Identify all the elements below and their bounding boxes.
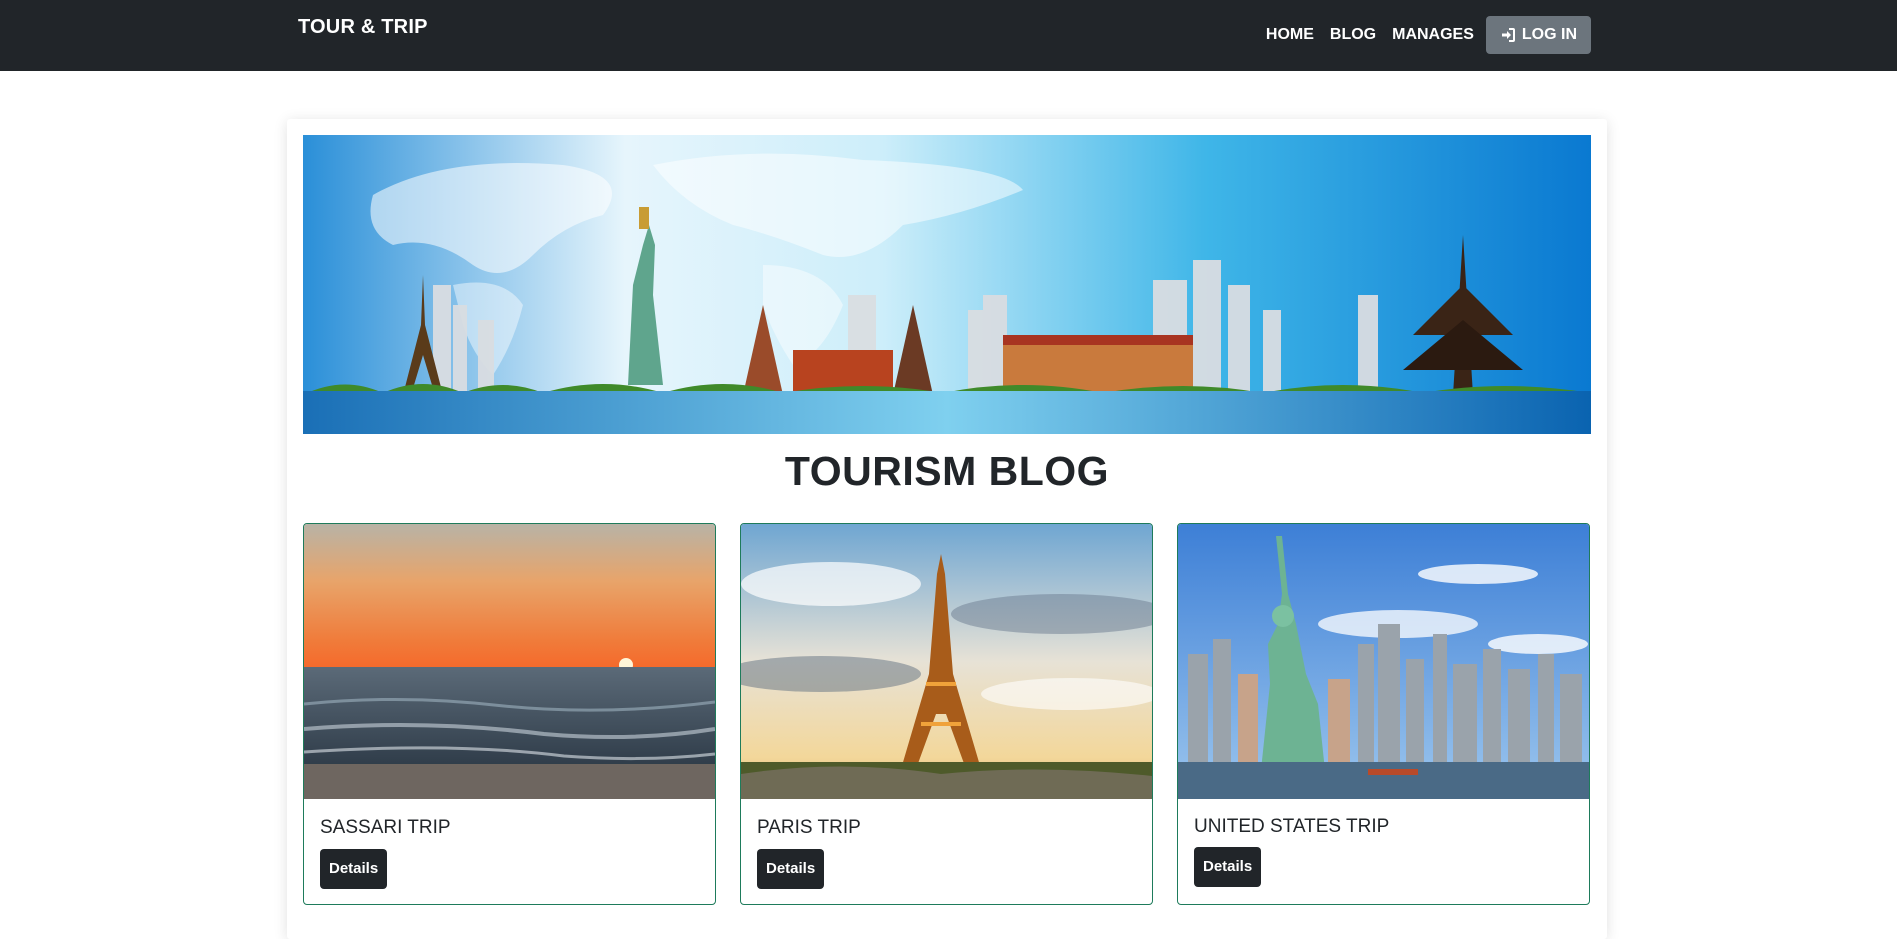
- brand-logo[interactable]: TOUR & TRIP: [298, 16, 428, 39]
- nav-menu: HOME BLOG MANAGES LOG IN: [1250, 16, 1591, 54]
- nav-manages-link[interactable]: MANAGES: [1392, 16, 1474, 54]
- login-label: LOG IN: [1521, 26, 1577, 43]
- top-navbar: TOUR & TRIP HOME BLOG MANAGES LOG IN: [0, 0, 1897, 71]
- trip-card-united-states: UNITED STATES TRIP Details: [1177, 523, 1590, 905]
- page-title: TOURISM BLOG: [784, 448, 1110, 494]
- trip-title: SASSARI TRIP: [320, 817, 451, 838]
- trip-title: PARIS TRIP: [757, 817, 861, 838]
- hero-banner-image: [303, 135, 1591, 434]
- details-button[interactable]: Details: [320, 849, 388, 889]
- eiffel-tower-image: [741, 524, 1152, 799]
- statue-of-liberty-image: [1178, 524, 1589, 799]
- login-button[interactable]: LOG IN: [1485, 16, 1591, 54]
- trip-card-sassari: SASSARI TRIP Details: [303, 523, 716, 905]
- nav-blog-link[interactable]: BLOG: [1330, 16, 1376, 54]
- trip-card-paris: PARIS TRIP Details: [740, 523, 1153, 905]
- trip-title: UNITED STATES TRIP: [1194, 816, 1390, 837]
- details-button[interactable]: Details: [757, 849, 825, 889]
- nav-home-link[interactable]: HOME: [1266, 16, 1314, 54]
- details-button[interactable]: Details: [1194, 847, 1262, 887]
- sign-in-icon: [1501, 28, 1515, 42]
- sunset-beach-image: [304, 524, 715, 799]
